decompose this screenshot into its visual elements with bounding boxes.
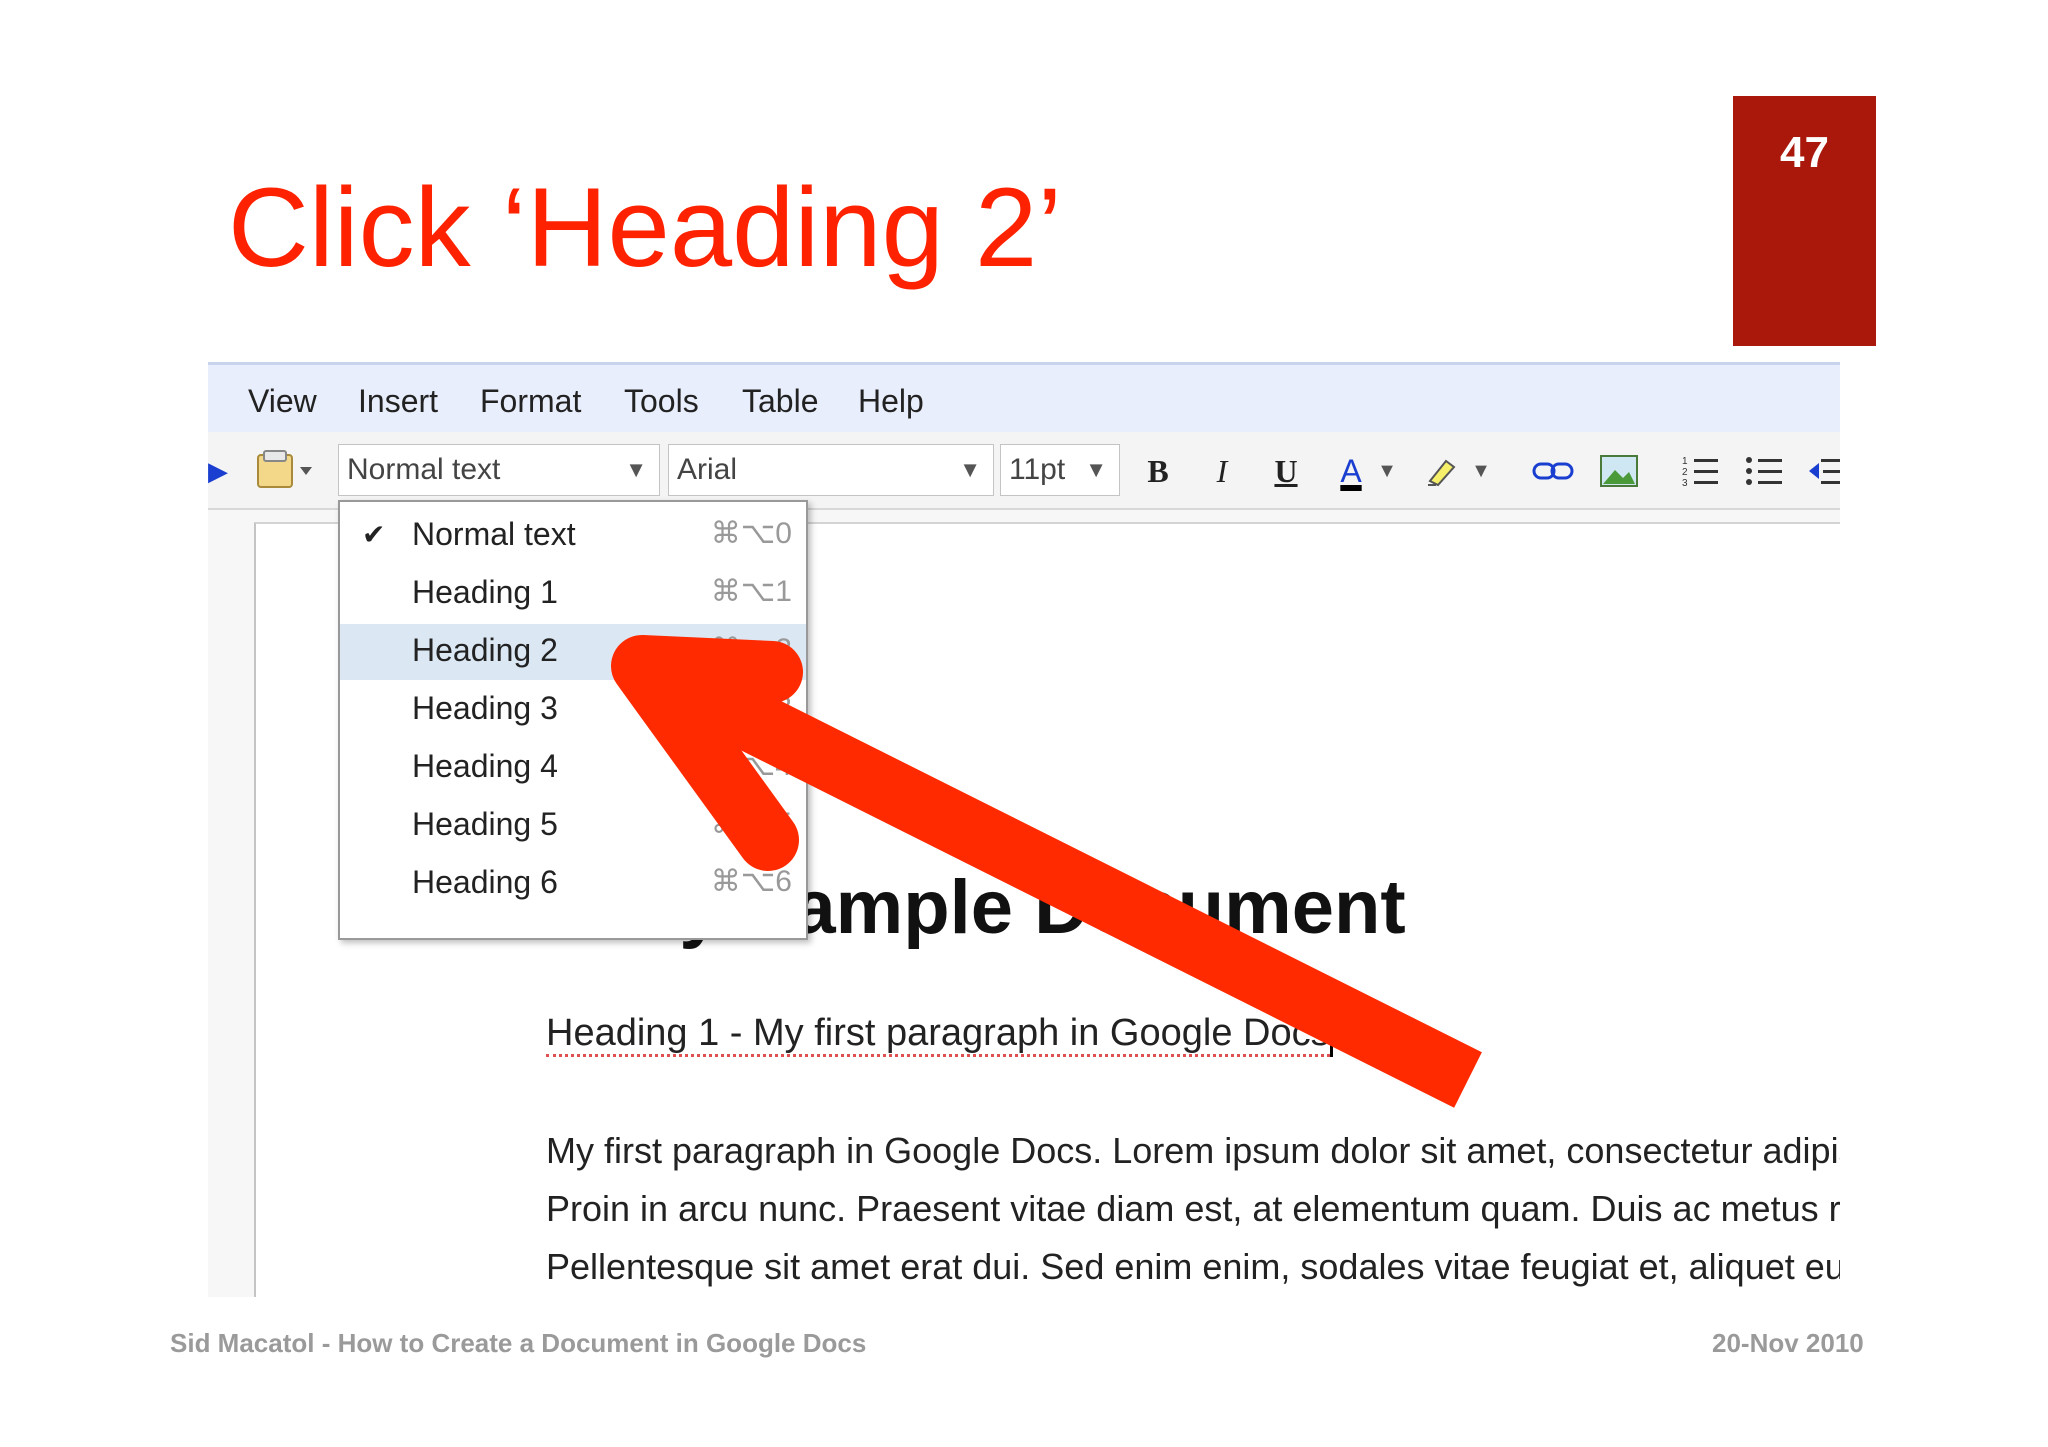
slide-title: Click ‘Heading 2’	[228, 165, 1063, 290]
red-arrow-annotation	[611, 635, 1482, 1108]
page-number-box: 47	[1733, 96, 1876, 346]
footer-right: 20-Nov 2010	[1712, 1328, 1864, 1358]
footer-left: Sid Macatol - How to Create a Document i…	[170, 1328, 867, 1358]
screenshot: View Insert Format Tools Table Help ▶ No…	[208, 362, 1840, 1297]
page-number: 47	[1780, 128, 1829, 177]
